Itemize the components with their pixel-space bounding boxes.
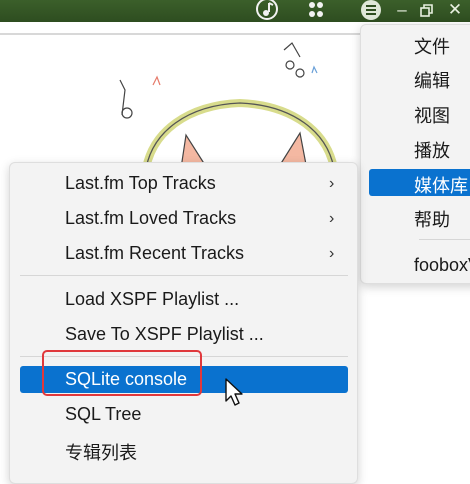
library-submenu: Last.fm Top Tracks › Last.fm Loved Track… [9, 162, 358, 484]
chevron-right-icon: › [329, 175, 335, 192]
menu-item-library[interactable]: 媒体库 [414, 172, 468, 198]
restore-icon[interactable] [414, 0, 440, 22]
menu-item-view[interactable]: 视图 [414, 102, 450, 128]
submenu-item-load-xspf[interactable]: Load XSPF Playlist ... [65, 289, 239, 310]
submenu-item-lastfm-top[interactable]: Last.fm Top Tracks [65, 173, 216, 194]
menu-separator [20, 275, 348, 276]
mouse-cursor-icon [225, 378, 247, 413]
submenu-item-lastfm-loved[interactable]: Last.fm Loved Tracks [65, 208, 236, 229]
album-artwork [0, 35, 360, 180]
close-icon[interactable]: ✕ [442, 0, 468, 22]
minimize-icon[interactable]: – [389, 0, 415, 22]
menu-separator [419, 239, 470, 240]
main-menu: 文件 编辑 视图 播放 媒体库 帮助 fooboxV [360, 24, 470, 284]
submenu-item-save-xspf[interactable]: Save To XSPF Playlist ... [65, 324, 264, 345]
submenu-item-sql-tree[interactable]: SQL Tree [65, 404, 141, 425]
annotation-highlight-box [42, 350, 202, 396]
submenu-item-lastfm-recent[interactable]: Last.fm Recent Tracks [65, 243, 244, 264]
chevron-right-icon: › [329, 245, 335, 262]
menu-item-foobox[interactable]: fooboxV [414, 255, 470, 276]
dots-grid-icon[interactable] [305, 0, 327, 25]
window-titlebar: – ✕ [0, 0, 470, 22]
menu-item-help[interactable]: 帮助 [414, 206, 450, 232]
menu-item-playback[interactable]: 播放 [414, 137, 450, 163]
submenu-item-album-list[interactable]: 专辑列表 [65, 439, 137, 465]
menu-item-file[interactable]: 文件 [414, 33, 450, 59]
chevron-right-icon: › [329, 210, 335, 227]
menu-item-edit[interactable]: 编辑 [414, 67, 450, 93]
music-note-icon[interactable] [254, 0, 280, 27]
